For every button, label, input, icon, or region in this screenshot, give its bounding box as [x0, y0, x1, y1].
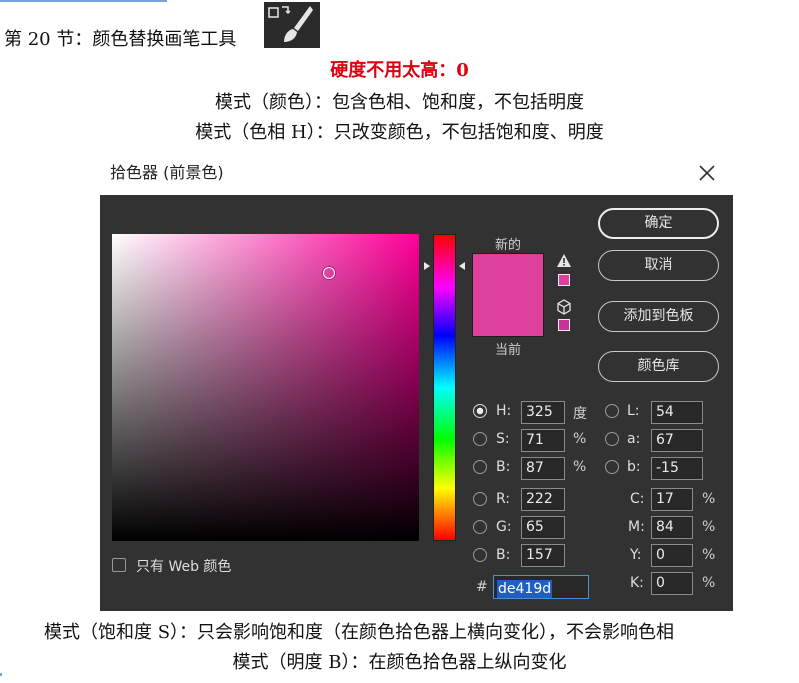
r-label: R:	[496, 491, 511, 507]
section-heading: 第 20 节：颜色替换画笔工具	[4, 29, 237, 50]
radio-s[interactable]	[473, 432, 487, 446]
k-unit: %	[702, 575, 716, 591]
l-label: L:	[627, 403, 640, 419]
m-input[interactable]: 84	[651, 516, 693, 539]
only-web-colors-checkbox[interactable]	[112, 558, 126, 572]
cancel-button[interactable]: 取消	[598, 250, 719, 281]
l-input[interactable]: 54	[651, 401, 703, 424]
h-input[interactable]: 325	[521, 401, 565, 424]
web-safe-color-swatch[interactable]	[558, 319, 570, 331]
hue-slider-right-arrow-icon[interactable]	[459, 262, 465, 270]
mode-hue-note: 模式（色相 H）：只改变颜色，不包括饱和度、明度	[195, 122, 604, 143]
radio-l[interactable]	[605, 404, 619, 418]
g-label: G:	[496, 519, 512, 535]
radio-lab-b[interactable]	[605, 460, 619, 474]
s-unit: %	[573, 431, 587, 447]
s-input[interactable]: 71	[521, 429, 565, 452]
h-unit: 度	[573, 406, 587, 422]
b-unit: %	[573, 459, 587, 475]
radio-g[interactable]	[473, 520, 487, 534]
y-label: Y:	[630, 547, 642, 563]
radio-h[interactable]	[473, 404, 487, 418]
c-input[interactable]: 17	[651, 488, 693, 511]
r-input[interactable]: 222	[521, 488, 565, 511]
color-replacement-brush-icon	[264, 2, 320, 48]
radio-a[interactable]	[605, 432, 619, 446]
mode-saturation-note: 模式（饱和度 S）：只会影响饱和度（在颜色拾色器上横向变化），不会影响色相	[44, 622, 675, 643]
color-field-cursor[interactable]	[323, 267, 335, 279]
g-input[interactable]: 65	[521, 516, 565, 539]
mode-color-note: 模式（颜色）：包含色相、饱和度，不包括明度	[215, 92, 584, 113]
b-input[interactable]: 87	[521, 457, 565, 480]
mode-brightness-note: 模式（明度 B）：在颜色拾色器上纵向变化	[232, 652, 567, 673]
radio-r[interactable]	[473, 492, 487, 506]
k-input[interactable]: 0	[651, 572, 693, 595]
new-color-label: 新的	[494, 238, 521, 253]
ok-button[interactable]: 确定	[598, 208, 719, 239]
h-label: H:	[496, 403, 512, 419]
page-edge-mark	[0, 673, 2, 676]
current-color-label: 当前	[494, 343, 521, 358]
top-border-line	[0, 0, 167, 2]
hex-input[interactable]: de419d	[493, 575, 589, 599]
a-input[interactable]: 67	[651, 429, 703, 452]
hue-slider[interactable]	[433, 234, 456, 541]
y-unit: %	[702, 547, 716, 563]
y-input[interactable]: 0	[651, 544, 693, 567]
rgb-b-input[interactable]: 157	[521, 544, 565, 567]
web-safe-cube-icon[interactable]	[556, 299, 572, 315]
a-label: a:	[627, 431, 641, 447]
s-label: S:	[496, 431, 510, 447]
m-label: M:	[628, 519, 645, 535]
hue-slider-left-arrow-icon[interactable]	[424, 262, 430, 270]
only-web-colors-label: 只有 Web 颜色	[136, 559, 232, 575]
c-unit: %	[702, 491, 716, 507]
saturation-brightness-field[interactable]	[112, 234, 419, 541]
b-label: B:	[496, 459, 511, 475]
hex-hash-label: #	[476, 579, 488, 595]
c-label: C:	[630, 491, 645, 507]
hardness-note: 硬度不用太高：0	[330, 60, 469, 81]
out-of-gamut-warning-icon[interactable]	[556, 253, 572, 269]
add-to-swatches-button[interactable]: 添加到色板	[598, 301, 719, 332]
radio-b[interactable]	[473, 460, 487, 474]
color-picker-panel: 新的 当前 确定 取消 添加到色板 颜色库 H: 325 度 S: 71 % B…	[100, 195, 733, 611]
color-libraries-button[interactable]: 颜色库	[598, 351, 719, 382]
gamut-color-swatch[interactable]	[558, 274, 570, 286]
hex-value-selected: de419d	[497, 580, 553, 598]
radio-rgb-b[interactable]	[473, 548, 487, 562]
m-unit: %	[702, 519, 716, 535]
new-current-color-swatch[interactable]	[472, 253, 544, 337]
dialog-title: 拾色器 (前景色)	[110, 163, 224, 182]
lab-b-label: b:	[627, 459, 641, 475]
k-label: K:	[630, 575, 644, 591]
rgb-b-label: B:	[496, 547, 511, 563]
close-icon[interactable]	[696, 162, 718, 184]
lab-b-input[interactable]: -15	[651, 457, 703, 480]
